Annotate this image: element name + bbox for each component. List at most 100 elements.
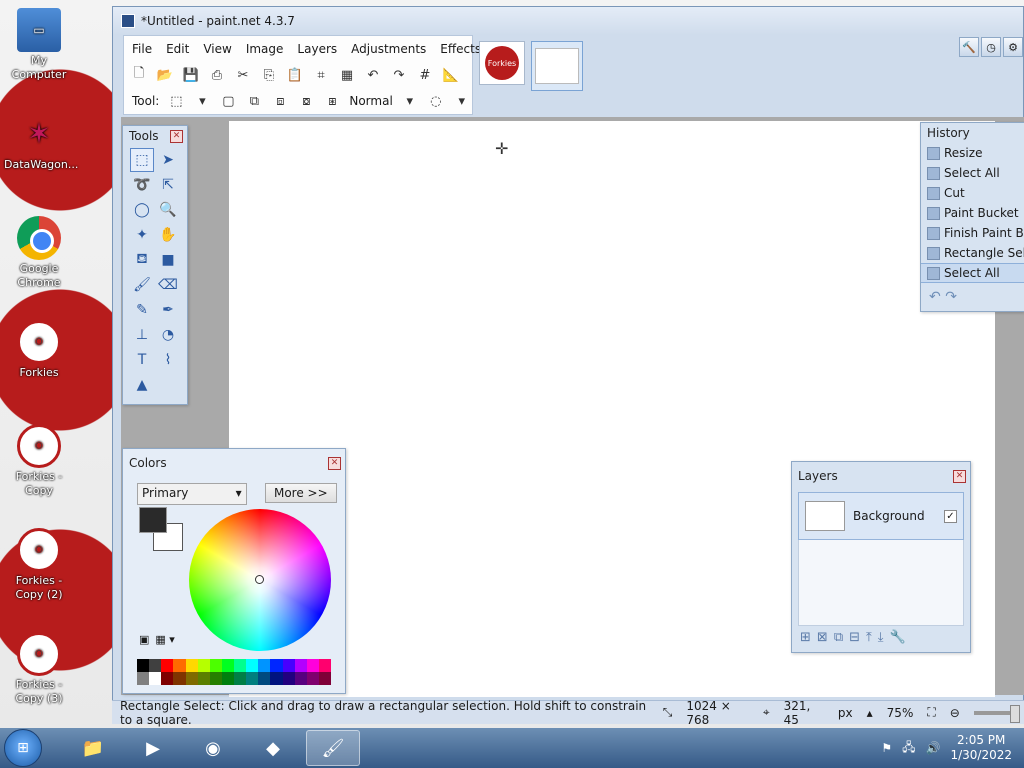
zoom-out-icon[interactable]: ⊖: [950, 706, 960, 720]
redo-icon[interactable]: ↷: [390, 66, 408, 84]
zoom-slider[interactable]: [973, 704, 1021, 723]
menu-image[interactable]: Image: [246, 42, 284, 56]
gradient-tool-icon[interactable]: ■: [156, 248, 180, 272]
desktop-icon-forkies-copy-2[interactable]: ◉ Forkies - Copy (2): [4, 528, 74, 602]
zoom-level[interactable]: 75%: [887, 706, 914, 720]
clone-stamp-tool-icon[interactable]: ⊥: [130, 323, 154, 347]
layer-properties-icon[interactable]: 🔧: [890, 630, 906, 645]
palette-swatch[interactable]: [246, 659, 259, 672]
menu-view[interactable]: View: [203, 42, 231, 56]
add-layer-icon[interactable]: ⊞: [800, 630, 811, 645]
magic-wand-tool-icon[interactable]: ✦: [130, 223, 154, 247]
palette-swatch[interactable]: [234, 659, 247, 672]
zoom-tool-icon[interactable]: 🔍: [156, 198, 180, 222]
text-tool-icon[interactable]: T: [130, 348, 154, 372]
merge-layer-icon[interactable]: ⊟: [849, 630, 860, 645]
recolor-tool-icon[interactable]: ◔: [156, 323, 180, 347]
chevron-down-icon[interactable]: ▾: [193, 92, 211, 110]
palette-menu-icon[interactable]: ▦ ▾: [155, 633, 174, 646]
history-item[interactable]: Resize: [921, 143, 1024, 163]
palette-swatch[interactable]: [282, 672, 295, 685]
color-wheel-cursor[interactable]: [255, 575, 264, 584]
palette-swatch[interactable]: [318, 659, 331, 672]
palette-swatch[interactable]: [137, 659, 150, 672]
undo-icon[interactable]: ↶: [929, 289, 941, 305]
ellipse-select-tool-icon[interactable]: ◯: [130, 198, 154, 222]
close-icon[interactable]: ✕: [953, 469, 966, 483]
move-selected-tool-icon[interactable]: ➤: [156, 148, 180, 172]
menu-adjustments[interactable]: Adjustments: [351, 42, 426, 56]
selection-intersect-icon[interactable]: ⧇: [297, 92, 315, 110]
pan-tool-icon[interactable]: ✋: [156, 223, 180, 247]
ruler-icon[interactable]: 📐: [442, 66, 460, 84]
cut-icon[interactable]: ✂: [234, 66, 252, 84]
color-palette[interactable]: [137, 659, 331, 685]
color-wheel[interactable]: [189, 509, 331, 651]
desktop-icon-forkies[interactable]: ◉ Forkies: [4, 320, 74, 380]
paste-icon[interactable]: 📋: [286, 66, 304, 84]
move-selection-tool-icon[interactable]: ⇱: [156, 173, 180, 197]
history-toggle-icon[interactable]: ◷: [981, 37, 1001, 57]
palette-swatch[interactable]: [209, 672, 222, 685]
zoom-to-window-icon[interactable]: ⛶: [927, 705, 935, 720]
move-layer-down-icon[interactable]: ⤓: [878, 630, 884, 645]
line-curve-tool-icon[interactable]: ⌇: [156, 348, 180, 372]
new-file-icon[interactable]: 🗋: [130, 66, 148, 84]
palette-swatch[interactable]: [161, 659, 174, 672]
palette-swatch[interactable]: [258, 672, 271, 685]
palette-swatch[interactable]: [258, 659, 271, 672]
menu-effects[interactable]: Effects: [440, 42, 481, 56]
deselect-icon[interactable]: ▦: [338, 66, 356, 84]
palette-swatch[interactable]: [185, 672, 198, 685]
menu-file[interactable]: File: [132, 42, 152, 56]
print-icon[interactable]: ⎙: [208, 66, 226, 84]
zoom-up-icon[interactable]: ▴: [867, 706, 873, 720]
palette-swatch[interactable]: [197, 672, 210, 685]
selection-replace-icon[interactable]: ▢: [219, 92, 237, 110]
palette-swatch[interactable]: [149, 672, 162, 685]
antialias-icon[interactable]: ◌: [427, 92, 445, 110]
palette-swatch[interactable]: [270, 659, 283, 672]
palette-swatch[interactable]: [246, 672, 259, 685]
history-item[interactable]: Select All: [921, 163, 1024, 183]
duplicate-layer-icon[interactable]: ⧉: [834, 630, 843, 645]
layer-visibility-checkbox[interactable]: ✓: [944, 509, 957, 523]
layer-row[interactable]: Background ✓: [798, 492, 964, 540]
desktop-icon-datawagon[interactable]: ✶ DataWagon...: [4, 112, 78, 172]
more-button[interactable]: More >>: [264, 483, 337, 503]
image-tab-untitled[interactable]: [531, 41, 583, 91]
settings-gear-icon[interactable]: ⚙: [1003, 37, 1023, 57]
copy-icon[interactable]: ⎘: [260, 66, 278, 84]
palette-swatch[interactable]: [173, 659, 186, 672]
redo-icon[interactable]: ↷: [945, 289, 957, 305]
paintbrush-tool-icon[interactable]: 🖌: [130, 273, 154, 297]
desktop-icon-chrome[interactable]: Google Chrome: [4, 216, 74, 290]
image-tab-forkies[interactable]: Forkies: [479, 41, 525, 85]
desktop-icon-forkies-copy[interactable]: ◉ Forkies - Copy: [4, 424, 74, 498]
color-picker-tool-icon[interactable]: ✒: [156, 298, 180, 322]
save-icon[interactable]: 💾: [182, 66, 200, 84]
undo-icon[interactable]: ↶: [364, 66, 382, 84]
palette-swatch[interactable]: [221, 672, 234, 685]
grid-icon[interactable]: #: [416, 66, 434, 84]
history-item[interactable]: Finish Paint Bu: [921, 223, 1024, 243]
blend-mode-dropdown[interactable]: Normal: [349, 94, 392, 108]
history-item[interactable]: Rectangle Sele: [921, 243, 1024, 263]
chrome-taskbar-icon[interactable]: ◉: [186, 730, 240, 766]
menu-edit[interactable]: Edit: [166, 42, 189, 56]
palette-swatch[interactable]: [234, 672, 247, 685]
window-titlebar[interactable]: *Untitled - paint.net 4.3.7: [113, 7, 1023, 35]
eraser-tool-icon[interactable]: ⌫: [156, 273, 180, 297]
color-mode-select[interactable]: Primary ▾: [137, 483, 247, 505]
palette-swatch[interactable]: [306, 659, 319, 672]
lasso-select-tool-icon[interactable]: ➰: [130, 173, 154, 197]
palette-swatch[interactable]: [318, 672, 331, 685]
palette-swatch[interactable]: [209, 659, 222, 672]
paintnet-taskbar-icon[interactable]: 🖌: [306, 730, 360, 766]
desktop-icon-forkies-copy-3[interactable]: ◉ Forkies - Copy (3): [4, 632, 74, 706]
selection-exclude-icon[interactable]: ⧈: [271, 92, 289, 110]
palette-swatch[interactable]: [294, 672, 307, 685]
chevron-down-icon[interactable]: ▾: [401, 92, 419, 110]
close-icon[interactable]: ✕: [170, 129, 183, 143]
palette-swatch[interactable]: [149, 659, 162, 672]
